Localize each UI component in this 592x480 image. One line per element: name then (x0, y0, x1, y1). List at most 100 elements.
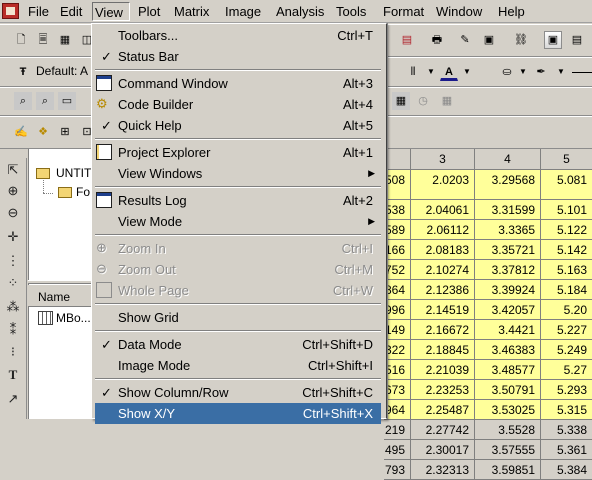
grid-cell[interactable]: 3.57555 (475, 440, 541, 460)
menu-format[interactable]: Format (381, 2, 426, 21)
page-tool-icon[interactable]: ▭ (58, 92, 76, 110)
screen-reader-icon[interactable]: ⋮ (4, 252, 22, 270)
menu-item-results-log[interactable]: Results Log Alt+2 (95, 190, 381, 211)
new-worksheet-icon[interactable]: 🗏 (34, 31, 52, 49)
pane-splitter[interactable] (28, 280, 92, 284)
menu-edit[interactable]: Edit (58, 2, 84, 21)
grid-cell[interactable]: 3.53025 (475, 400, 541, 420)
print-icon[interactable]: 🖶 (428, 31, 446, 49)
tree-root-label[interactable]: UNTIT (56, 166, 91, 180)
hierarchy-icon[interactable]: ⛓ (512, 31, 530, 49)
grid-cell[interactable]: 864 (384, 280, 411, 300)
menu-help[interactable]: Help (496, 2, 527, 21)
grid-cell[interactable]: 5.361 (541, 440, 592, 460)
tree-folder-label[interactable]: Fo (76, 185, 90, 199)
grid-cell[interactable]: 3.29568 (475, 170, 541, 200)
grid-cell[interactable]: 3.48577 (475, 360, 541, 380)
menu-item-data-mode[interactable]: ✓ Data Mode Ctrl+Shift+D (95, 334, 381, 355)
grid-cell[interactable]: 2.10274 (411, 260, 475, 280)
grid-cell[interactable]: 149 (384, 320, 411, 340)
connector-icon[interactable]: ⊞ (56, 123, 74, 141)
grid-cell[interactable]: 3.3365 (475, 220, 541, 240)
arrow-tool-icon[interactable]: ↗ (4, 390, 22, 408)
menu-matrix[interactable]: Matrix (172, 2, 211, 21)
project-explorer-icon[interactable]: ▣ (544, 31, 562, 49)
grid-cell[interactable]: 3.4421 (475, 320, 541, 340)
grid-cell[interactable]: 5.338 (541, 420, 592, 440)
grid-tool-icon[interactable]: ▦ (438, 92, 456, 110)
menu-item-show-column-row[interactable]: ✓ Show Column/Row Ctrl+Shift+C (95, 382, 381, 403)
grid-cell[interactable]: 5.384 (541, 460, 592, 480)
app-icon[interactable] (2, 3, 19, 19)
crosshair-icon[interactable]: ✛ (4, 228, 22, 246)
grid-cell[interactable]: 166 (384, 240, 411, 260)
grid-cell[interactable]: 5.249 (541, 340, 592, 360)
script-icon[interactable]: ✍ (12, 123, 30, 141)
grid-cell[interactable]: 5.142 (541, 240, 592, 260)
sheet-tool-icon[interactable]: ▦ (392, 92, 410, 110)
grid-cell[interactable]: 3.31599 (475, 200, 541, 220)
grid-cell[interactable]: 3.39924 (475, 280, 541, 300)
clock-icon[interactable]: ◷ (414, 92, 432, 110)
text-tool-icon[interactable]: T (4, 366, 22, 384)
new-matrix-icon[interactable]: ▦ (56, 31, 74, 49)
grid-cell[interactable]: 219 (384, 420, 411, 440)
line-color-icon[interactable]: ✒ (532, 63, 550, 81)
grid-cell[interactable]: 508 (384, 170, 411, 200)
menu-image[interactable]: Image (223, 2, 263, 21)
grid-cell[interactable]: 3.42057 (475, 300, 541, 320)
menu-item-show-x-y[interactable]: Show X/Y Ctrl+Shift+X (95, 403, 381, 424)
grid-cell[interactable]: 495 (384, 440, 411, 460)
grid-cell[interactable]: 3.5528 (475, 420, 541, 440)
menu-item-command-window[interactable]: Command Window Alt+3 (95, 73, 381, 94)
results-log-icon[interactable]: ▤ (568, 31, 586, 49)
menu-item-view-mode[interactable]: View Mode ▶ (95, 211, 381, 232)
menu-item-view-windows[interactable]: View Windows ▶ (95, 163, 381, 184)
column-header-3[interactable]: 3 (411, 149, 475, 170)
grid-cell[interactable]: 5.081 (541, 170, 592, 200)
grid-cell[interactable]: 5.315 (541, 400, 592, 420)
plugin-icon[interactable]: ❖ (34, 123, 52, 141)
grid-cell[interactable]: 5.227 (541, 320, 592, 340)
dropdown-arrow-icon[interactable]: ▼ (422, 63, 440, 81)
grid-cell[interactable]: 2.14519 (411, 300, 475, 320)
grid-cell[interactable]: 5.101 (541, 200, 592, 220)
zoom-in-icon[interactable]: ⊕ (4, 182, 22, 200)
grid-cell[interactable]: 964 (384, 400, 411, 420)
grid-cell[interactable]: 752 (384, 260, 411, 280)
grid-cell[interactable]: 2.21039 (411, 360, 475, 380)
column-header-2[interactable] (384, 149, 411, 170)
mask-icon[interactable]: ⁑ (4, 321, 22, 339)
grid-cell[interactable]: 3.35721 (475, 240, 541, 260)
grid-cell[interactable]: 5.163 (541, 260, 592, 280)
grid-cell[interactable]: 2.04061 (411, 200, 475, 220)
menu-item-toolbars[interactable]: Toolbars... Ctrl+T (95, 25, 381, 46)
menu-tools[interactable]: Tools (334, 2, 368, 21)
data-reader-icon[interactable]: ⁘ (4, 274, 22, 292)
grid-cell[interactable]: 589 (384, 220, 411, 240)
grid-cell[interactable]: 5.293 (541, 380, 592, 400)
menu-analysis[interactable]: Analysis (274, 2, 326, 21)
menu-window[interactable]: Window (434, 2, 484, 21)
grid-cell[interactable]: 3.59851 (475, 460, 541, 480)
grid-cell[interactable]: 538 (384, 200, 411, 220)
grid-cell[interactable]: 2.08183 (411, 240, 475, 260)
grid-cell[interactable]: 2.32313 (411, 460, 475, 480)
menu-item-zoom-in[interactable]: ⊕ Zoom In Ctrl+I (95, 238, 381, 259)
menu-item-show-grid[interactable]: Show Grid (95, 307, 381, 328)
pointer-icon[interactable]: ⇱ (4, 161, 22, 179)
font-name-combo[interactable]: Default: A (36, 64, 88, 78)
menu-file[interactable]: File (26, 2, 51, 21)
zoom-out-icon[interactable]: ⊖ (4, 204, 22, 222)
dropdown-arrow-icon[interactable]: ▼ (514, 63, 532, 81)
grid-cell[interactable]: 516 (384, 360, 411, 380)
grid-cell[interactable]: 3.37812 (475, 260, 541, 280)
menu-item-status-bar[interactable]: ✓ Status Bar (95, 46, 381, 67)
grid-cell[interactable]: 2.18845 (411, 340, 475, 360)
dropdown-arrow-icon[interactable]: ▼ (552, 63, 570, 81)
grid-cell[interactable]: 2.06112 (411, 220, 475, 240)
menu-item-whole-page[interactable]: Whole Page Ctrl+W (95, 280, 381, 301)
grid-cell[interactable]: 793 (384, 460, 411, 480)
grid-cell[interactable]: 5.184 (541, 280, 592, 300)
grid-cell[interactable]: 2.30017 (411, 440, 475, 460)
